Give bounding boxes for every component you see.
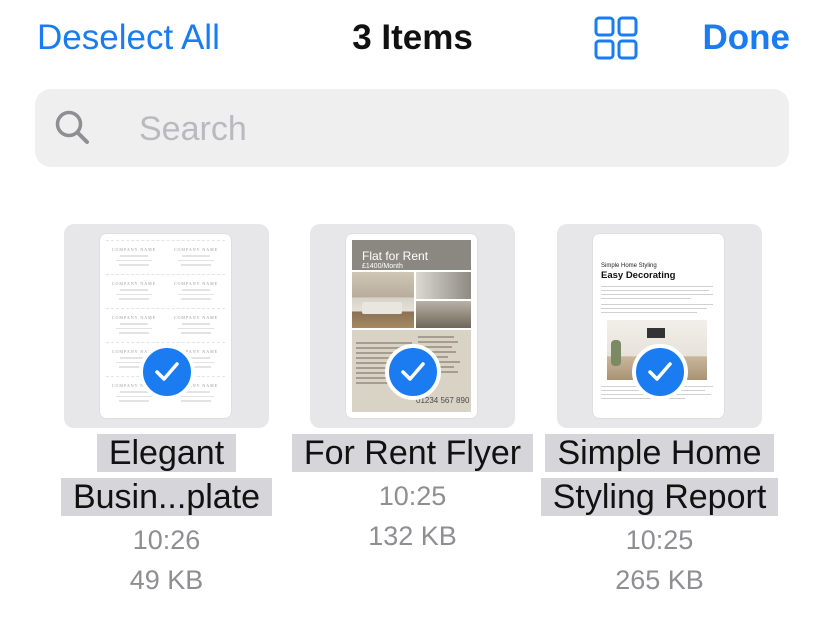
file-item-home-styling-report[interactable]: Simple Home Styling Easy Decorating Simp… [540,224,779,614]
report-title: Easy Decorating [601,270,676,281]
flyer-heading: Flat for Rent [362,249,429,263]
file-thumbnail[interactable]: COMPANY NAME COMPANY NAME COMPANY NAME C… [64,224,269,428]
done-button[interactable]: Done [703,16,791,60]
file-item-business-template[interactable]: COMPANY NAME COMPANY NAME COMPANY NAME C… [60,224,273,614]
file-time: 10:25 [625,525,694,555]
file-thumbnail[interactable]: Flat for Rent £1400/Month 01234 567 890 [310,224,515,428]
file-name[interactable]: For Rent Flyer [270,431,555,475]
selected-checkmark-icon[interactable] [139,344,195,400]
search-icon [55,110,89,144]
file-thumbnail[interactable]: Simple Home Styling Easy Decorating [557,224,762,428]
search-field[interactable] [35,89,789,167]
selected-checkmark-icon[interactable] [385,344,441,400]
card-label: COMPANY NAME [111,247,157,252]
card-label: COMPANY NAME [173,315,219,320]
selected-checkmark-icon[interactable] [632,344,688,400]
flyer-price: £1400/Month [362,263,403,270]
file-size: 49 KB [129,565,204,595]
search-input[interactable] [137,105,771,153]
file-item-for-rent-flyer[interactable]: Flat for Rent £1400/Month 01234 567 890 … [291,224,534,614]
card-label: COMPANY NAME [111,315,157,320]
file-name[interactable]: Simple Home Styling Report [517,431,802,519]
report-subtitle: Simple Home Styling [601,263,657,269]
card-label: COMPANY NAME [173,247,219,252]
deselect-all-button[interactable]: Deselect All [37,16,220,60]
file-name[interactable]: Elegant Busin...plate [24,431,309,519]
file-size: 265 KB [615,565,704,595]
grid-view-icon[interactable] [592,14,640,62]
card-label: COMPANY NAME [111,281,157,286]
file-time: 10:26 [132,525,201,555]
file-size: 132 KB [368,521,457,551]
card-label: COMPANY NAME [173,281,219,286]
file-time: 10:25 [378,481,447,511]
